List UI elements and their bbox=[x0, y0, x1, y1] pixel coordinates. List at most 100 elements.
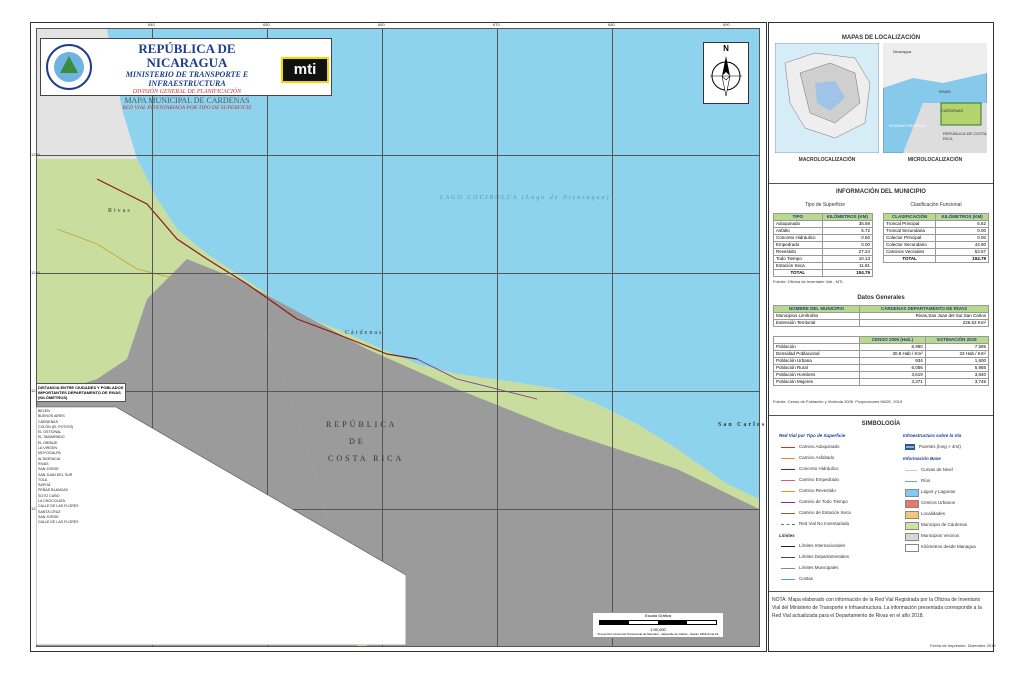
micro-tag-nicaragua: Nicaragua bbox=[893, 49, 912, 54]
census-row: Población Urbana 934 1,600 bbox=[773, 357, 990, 365]
grid-line bbox=[37, 273, 759, 274]
nicaragua-seal-icon bbox=[46, 44, 92, 90]
limit-legend-swatch bbox=[781, 557, 795, 558]
census-cell: 3,745 bbox=[924, 378, 990, 386]
north-arrow: N bbox=[703, 42, 749, 104]
country-title: REPÚBLICA DE NICARAGUA bbox=[138, 41, 236, 70]
grid-line bbox=[37, 155, 759, 156]
census-head-2005: CENSO 2005 (Hab.) bbox=[859, 336, 926, 344]
census-head-2019: ESTIMACIÓN 2019 bbox=[924, 336, 990, 344]
infra-title: Infraestructura sobre la Vía bbox=[903, 433, 962, 438]
general-cell: Extensión Territorial bbox=[773, 319, 860, 327]
limit-legend-swatch bbox=[781, 579, 795, 580]
surface-head-km: KILÓMETROS (KM) bbox=[821, 213, 874, 221]
surface-cell: Adoquinado bbox=[773, 220, 823, 228]
cardenas-label: Cárdenas bbox=[345, 330, 384, 336]
micro-tag-cardenas: CÁRDENAS bbox=[941, 108, 964, 113]
census-cell: 3,371 bbox=[859, 378, 926, 386]
surface-row: Estación Seca 11.81 bbox=[773, 262, 874, 270]
census-cell: 1,600 bbox=[924, 357, 990, 365]
functional-cell: Colector Secundario bbox=[882, 241, 937, 249]
surface-table: TIPO KILÓMETROS (KM) Adoquinado 35.68 Asfal… bbox=[773, 213, 874, 277]
census-cell: Población Mujeres bbox=[773, 378, 860, 386]
census-cell: 33 Hab / Km² bbox=[924, 350, 990, 358]
census-cell: 6,990 bbox=[859, 343, 926, 351]
functional-total-value: 104.79 bbox=[935, 255, 989, 263]
functional-cell: 6.52 bbox=[935, 220, 989, 228]
base-legend-label: Curvas de Nivel bbox=[921, 467, 953, 472]
divider bbox=[769, 415, 993, 416]
map-subtitle: RED VIAL INVENTARIADA POR TIPO DE SUPERF… bbox=[122, 105, 252, 111]
base-legend-swatch bbox=[905, 522, 919, 530]
functional-table: CLASIFICACIÓN KILÓMETROS (KM) Troncal Pri… bbox=[882, 213, 989, 263]
limit-legend-label: Costas bbox=[799, 576, 814, 581]
functional-body: Troncal Principal 6.52 Troncal Secundaria 0… bbox=[882, 220, 989, 256]
census-row: Densidad Poblacional 30.8 Hab / Km² 33 Hab… bbox=[773, 350, 990, 358]
division-title: DIVISIÓN GENERAL DE PLANIFICACIÓN bbox=[132, 89, 242, 95]
general-head-value: CÁRDENAS DEPARTAMENTO DE RIVAS bbox=[859, 305, 989, 313]
general-row: Extensión Territorial 226.63 Km² bbox=[773, 319, 989, 327]
census-cell: Población Rural bbox=[773, 364, 860, 372]
micro-tag-ocean: OCÉANO PACÍFICO bbox=[889, 123, 927, 128]
surface-cell: Estación Seca bbox=[773, 262, 823, 270]
tick-top: 690 bbox=[723, 22, 730, 27]
functional-head-class: CLASIFICACIÓN bbox=[882, 213, 937, 221]
general-table: NOMBRE DEL MUNICIPIO CÁRDENAS DEPARTAMENT… bbox=[773, 305, 989, 327]
note-text: NOTA: Mapa elaborado con información de … bbox=[772, 597, 982, 619]
functional-row: Caminos Vecinales 53.57 bbox=[882, 248, 989, 256]
functional-head-km: KILÓMETROS (KM) bbox=[935, 213, 989, 221]
base-legend-label: Municipios Vecinos bbox=[921, 533, 960, 538]
scale-projection: Proyección Universal Transversal de Merc… bbox=[597, 632, 719, 636]
road-legend-label: Camino Empedrado bbox=[799, 477, 840, 482]
surface-row: Empedrado 0.00 bbox=[773, 241, 874, 249]
road-legend-label: Camino Asfaltado bbox=[799, 455, 835, 460]
source-inventario: Fuente: Oficina de Inventario Vial - MTI… bbox=[773, 279, 844, 284]
base-legend-label: Municipio de Cárdenas bbox=[921, 522, 968, 527]
general-cell: Municipios Limítrofes bbox=[773, 312, 860, 320]
general-cell: Rivas,San Juan del Sur,San Carlos bbox=[859, 312, 989, 320]
functional-title: Clasificación Funcional bbox=[910, 202, 962, 208]
base-legend-swatch bbox=[905, 489, 919, 497]
road-legend-swatch bbox=[781, 480, 795, 481]
base-legend-swatch bbox=[905, 500, 919, 508]
census-row: Población Rural 6,056 5,985 bbox=[773, 364, 990, 372]
functional-cell: 44.90 bbox=[935, 241, 989, 249]
functional-cell: 0.00 bbox=[935, 234, 989, 242]
limit-legend-swatch bbox=[781, 568, 795, 569]
road-legend-swatch bbox=[781, 502, 795, 503]
functional-cell: Colector Principal bbox=[882, 234, 937, 242]
micro-tag-rivas: RIVAS bbox=[939, 89, 951, 94]
tick-top: 660 bbox=[378, 22, 385, 27]
tick-top: 680 bbox=[608, 22, 615, 27]
road-legend-label: Concreto Hidráulico bbox=[799, 466, 839, 471]
general-head-name: NOMBRE DEL MUNICIPIO bbox=[773, 305, 860, 313]
road-legend-label: Camino Adoquinado bbox=[799, 444, 840, 449]
census-head-blank bbox=[773, 336, 860, 344]
census-cell: Población Urbana bbox=[773, 357, 860, 365]
side-panel: MAPAS DE LOCALIZACIÓN Nicaragua RIVAS CÁ… bbox=[768, 22, 994, 652]
road-legend-title: Red Vial por Tipo de Superficie bbox=[779, 433, 846, 438]
functional-row: Troncal Secundaria 0.00 bbox=[882, 227, 989, 235]
census-row: Población Hombres 3,619 3,840 bbox=[773, 371, 990, 379]
base-legend-label: Centros Urbanos bbox=[921, 500, 956, 505]
road-legend-swatch bbox=[781, 513, 795, 514]
surface-cell: 11.81 bbox=[821, 262, 874, 270]
surface-cell: 0.60 bbox=[821, 234, 874, 242]
tick-top: 670 bbox=[493, 22, 500, 27]
title-block: REPÚBLICA DE NICARAGUA MINISTERIO DE TRA… bbox=[40, 38, 332, 111]
divider bbox=[769, 591, 993, 592]
general-body: Municipios Limítrofes Rivas,San Juan del … bbox=[773, 312, 989, 327]
surface-cell: 0.00 bbox=[821, 241, 874, 249]
functional-cell: 53.57 bbox=[935, 248, 989, 256]
functional-row: Colector Secundario 44.90 bbox=[882, 241, 989, 249]
functional-row: Colector Principal 0.00 bbox=[882, 234, 989, 242]
census-cell: 934 bbox=[859, 357, 926, 365]
surface-total-value: 104.79 bbox=[821, 269, 874, 277]
surface-cell: 27.24 bbox=[821, 248, 874, 256]
census-cell: 6,056 bbox=[859, 364, 926, 372]
scale-bar: Escala Gráfica 1:90,000 Proyección Unive… bbox=[592, 612, 724, 638]
census-cell: 3,840 bbox=[924, 371, 990, 379]
base-legend-swatch bbox=[905, 544, 919, 552]
distance-row: CALLE DE LAS FLORES bbox=[38, 520, 79, 525]
functional-cell: Troncal Secundaria bbox=[882, 227, 937, 235]
